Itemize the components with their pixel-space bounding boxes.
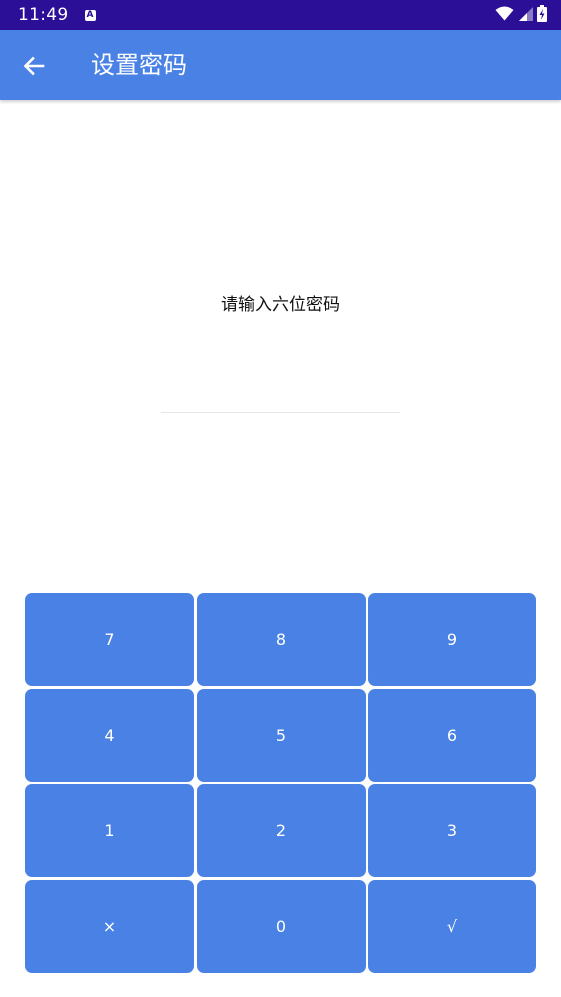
key-1[interactable]: 1 xyxy=(25,784,194,877)
page-title: 设置密码 xyxy=(91,51,187,79)
back-button[interactable] xyxy=(14,46,54,86)
key-2[interactable]: 2 xyxy=(196,784,366,877)
battery-charging-icon xyxy=(537,4,547,26)
password-prompt: 请输入六位密码 xyxy=(221,295,340,315)
key-9[interactable]: 9 xyxy=(368,593,536,686)
key-8[interactable]: 8 xyxy=(196,593,366,686)
delete-key[interactable]: × xyxy=(25,879,194,973)
key-5[interactable]: 5 xyxy=(196,688,366,782)
key-7[interactable]: 7 xyxy=(25,593,194,686)
status-icons xyxy=(495,4,547,26)
numeric-keypad: 7 8 9 4 5 6 1 2 3 × 0 √ xyxy=(25,593,536,973)
accessibility-icon: A xyxy=(84,9,96,21)
status-bar: 11:49 A xyxy=(0,0,561,30)
app-bar: 设置密码 xyxy=(0,30,561,100)
password-input[interactable] xyxy=(161,380,400,413)
key-0[interactable]: 0 xyxy=(196,879,366,973)
confirm-key[interactable]: √ xyxy=(368,879,536,973)
arrow-left-icon xyxy=(23,56,45,76)
key-3[interactable]: 3 xyxy=(368,784,536,877)
wifi-icon xyxy=(495,6,514,25)
key-6[interactable]: 6 xyxy=(368,688,536,782)
key-4[interactable]: 4 xyxy=(25,688,194,782)
signal-icon xyxy=(518,6,533,25)
status-time: 11:49 xyxy=(18,5,69,25)
